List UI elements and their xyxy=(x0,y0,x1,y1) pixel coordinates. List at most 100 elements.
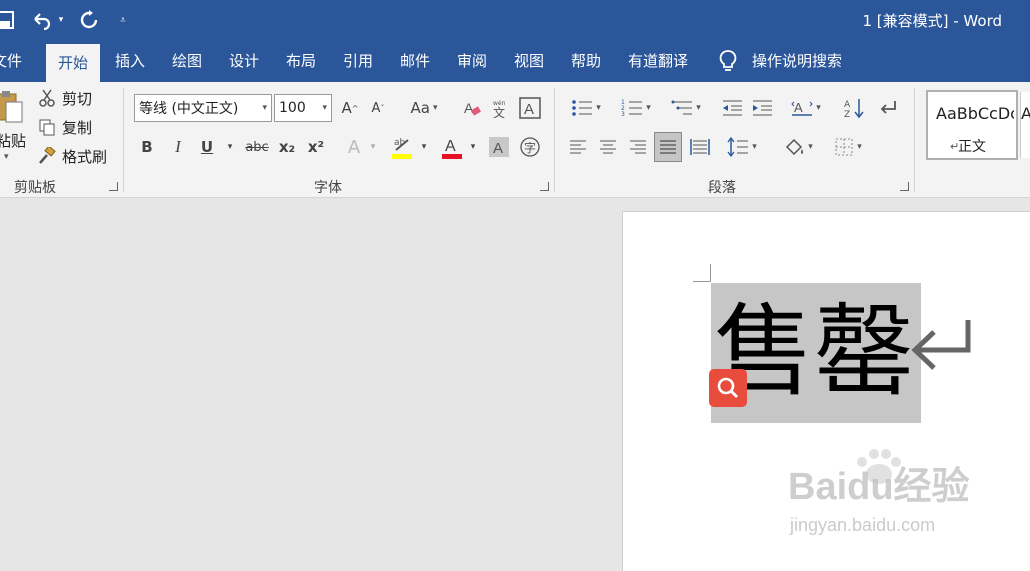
style-normal[interactable]: AaBbCcDc ↵ 正文 xyxy=(926,90,1018,160)
copy-icon xyxy=(36,116,58,138)
numbering-icon[interactable]: 1 2 3 ▾ xyxy=(616,95,656,121)
paste-button[interactable]: 粘贴 xyxy=(0,130,26,151)
underline-dropdown-icon[interactable]: ▾ xyxy=(224,134,236,160)
borders-icon[interactable]: ▾ xyxy=(828,134,868,160)
tab-view[interactable]: 视图 xyxy=(514,40,544,82)
clipboard-launcher-icon[interactable] xyxy=(109,182,118,191)
title-bar: ▾ ⩡ 1 [兼容模式] - Word xyxy=(0,0,1030,40)
undo-dropdown-icon[interactable]: ▾ xyxy=(56,8,66,32)
copy-label: 复制 xyxy=(62,118,93,137)
paragraph-launcher-icon[interactable] xyxy=(900,182,909,191)
svg-text:字: 字 xyxy=(524,140,536,155)
chevron-down-icon: ▾ xyxy=(262,103,267,113)
show-formatting-marks-icon[interactable] xyxy=(876,95,900,121)
lightbulb-icon[interactable] xyxy=(719,40,739,82)
font-name-select[interactable]: 等线 (中文正文) ▾ xyxy=(134,94,272,122)
save-icon[interactable] xyxy=(0,8,16,32)
font-launcher-icon[interactable] xyxy=(540,182,549,191)
align-right-icon[interactable] xyxy=(626,134,650,160)
style-sample-text: AaBbCcDc xyxy=(936,104,1014,123)
text-effects-dropdown-icon[interactable]: ▾ xyxy=(368,134,378,160)
enclose-characters-icon[interactable]: 字 xyxy=(518,134,542,160)
tab-mailings[interactable]: 邮件 xyxy=(400,40,430,82)
change-case-button[interactable]: Aa ▾ xyxy=(404,95,444,121)
tab-help[interactable]: 帮助 xyxy=(571,40,601,82)
strikethrough-button[interactable]: abc xyxy=(244,134,270,160)
margin-corner-mark xyxy=(693,264,711,282)
highlight-dropdown-icon[interactable]: ▾ xyxy=(418,134,430,160)
cut-label: 剪切 xyxy=(62,89,93,108)
tell-me-search[interactable]: 操作说明搜索 xyxy=(752,40,842,82)
style-next-partial[interactable]: A xyxy=(1020,92,1030,158)
tab-draw[interactable]: 绘图 xyxy=(172,40,202,82)
group-divider xyxy=(914,88,915,192)
shrink-font-icon[interactable]: Aˇ xyxy=(368,95,388,121)
tab-references[interactable]: 引用 xyxy=(343,40,373,82)
format-painter-label: 格式刷 xyxy=(62,147,108,166)
multilevel-list-icon[interactable]: ▾ xyxy=(666,95,706,121)
decrease-indent-icon[interactable] xyxy=(720,95,744,121)
paragraph-group-label: 段落 xyxy=(708,180,736,196)
group-divider xyxy=(123,88,124,192)
redo-icon[interactable] xyxy=(78,8,100,32)
underline-button[interactable]: U xyxy=(198,134,216,160)
distributed-icon[interactable] xyxy=(688,134,712,160)
svg-text:文: 文 xyxy=(493,105,505,118)
tab-review[interactable]: 审阅 xyxy=(457,40,487,82)
increase-indent-icon[interactable] xyxy=(750,95,774,121)
subscript-button[interactable]: x₂ xyxy=(277,134,297,160)
bold-button[interactable]: B xyxy=(138,134,156,160)
justify-icon[interactable] xyxy=(654,132,682,162)
italic-button[interactable]: I xyxy=(169,134,187,160)
asian-layout-icon[interactable]: A ▾ xyxy=(786,95,826,121)
cut-button[interactable]: 剪切 xyxy=(36,86,92,110)
svg-text:A: A xyxy=(445,138,456,155)
svg-text:A: A xyxy=(524,101,534,118)
tab-youdao-translate[interactable]: 有道翻译 xyxy=(628,40,688,82)
font-size-select[interactable]: 100 ▾ xyxy=(274,94,332,122)
watermark-url: jingyan.baidu.com xyxy=(790,515,936,535)
align-left-icon[interactable] xyxy=(566,134,590,160)
character-border-icon[interactable]: A xyxy=(518,95,542,121)
svg-text:A: A xyxy=(493,140,503,157)
svg-text:3: 3 xyxy=(621,111,625,118)
line-spacing-icon[interactable]: ▾ xyxy=(722,134,762,160)
copy-button[interactable]: 复制 xyxy=(36,115,92,139)
ribbon: 粘贴 ▾ 剪切 复制 格式刷 剪贴板 等线 (中文正文) ▾ 100 ▾ A ^ … xyxy=(0,82,1030,198)
customize-qat-icon[interactable]: ⩡ xyxy=(116,8,130,32)
style-name: 正文 xyxy=(958,139,986,155)
search-badge-button[interactable] xyxy=(709,369,747,407)
font-group-label: 字体 xyxy=(314,180,342,196)
tab-layout[interactable]: 布局 xyxy=(286,40,316,82)
shading-icon[interactable]: ▾ xyxy=(778,134,818,160)
tab-design[interactable]: 设计 xyxy=(229,40,259,82)
paste-icon[interactable] xyxy=(0,90,24,126)
format-painter-button[interactable]: 格式刷 xyxy=(36,144,107,168)
scissors-icon xyxy=(36,87,58,109)
undo-icon[interactable] xyxy=(30,8,52,32)
character-shading-icon[interactable]: A xyxy=(488,134,510,160)
font-color-dropdown-icon[interactable]: ▾ xyxy=(467,134,479,160)
text-effects-icon[interactable]: A xyxy=(344,134,364,160)
sort-icon[interactable]: AZ xyxy=(842,95,866,121)
clipboard-group-label: 剪贴板 xyxy=(14,180,56,196)
tab-file[interactable]: 文件 xyxy=(0,40,22,82)
svg-text:A: A xyxy=(464,100,474,116)
document-title: 1 [兼容模式] - Word xyxy=(862,12,1002,30)
clear-formatting-icon[interactable]: A xyxy=(460,95,484,121)
tab-insert[interactable]: 插入 xyxy=(115,40,145,82)
paste-dropdown-icon[interactable]: ▾ xyxy=(4,152,9,162)
grow-font-icon[interactable]: A ^ xyxy=(340,95,360,121)
bullets-icon[interactable]: ▾ xyxy=(566,95,606,121)
font-color-icon[interactable]: A xyxy=(440,134,464,160)
paragraph-mark-icon xyxy=(910,318,972,376)
highlight-color-icon[interactable]: ab xyxy=(390,134,414,160)
svg-text:A: A xyxy=(844,100,851,110)
phonetic-guide-icon[interactable]: wén 文 xyxy=(488,95,512,121)
paintbrush-icon xyxy=(36,145,58,167)
superscript-button[interactable]: x² xyxy=(306,134,326,160)
svg-text:Z: Z xyxy=(844,110,850,119)
tab-home[interactable]: 开始 xyxy=(46,44,101,82)
align-center-icon[interactable] xyxy=(596,134,620,160)
font-size-value: 100 xyxy=(279,100,306,116)
